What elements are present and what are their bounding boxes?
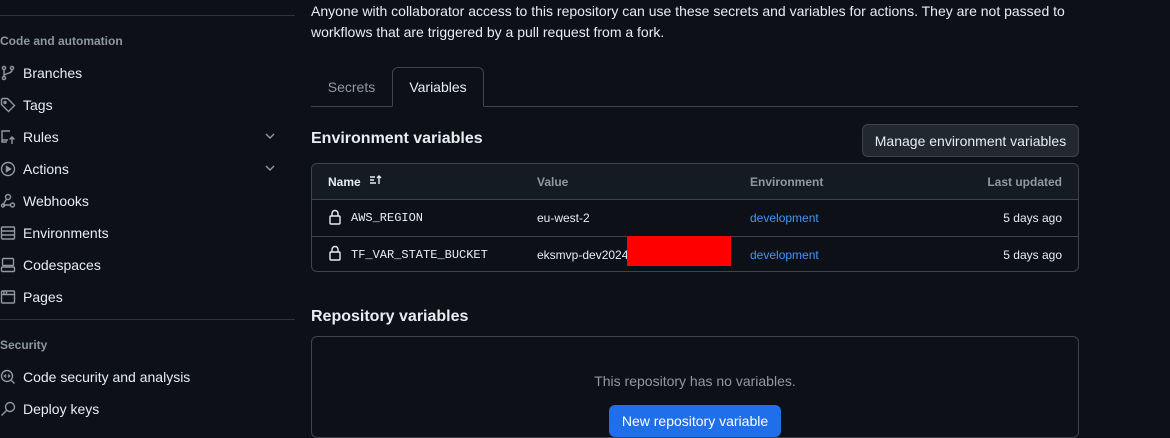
sidebar-item-label: Webhooks xyxy=(23,193,89,209)
git-branch-icon xyxy=(0,65,16,81)
sidebar-item-label: Actions xyxy=(23,161,69,177)
sort-ascending-icon[interactable] xyxy=(369,174,383,189)
server-icon xyxy=(0,225,16,241)
manage-environment-variables-button[interactable]: Manage environment variables xyxy=(862,124,1079,157)
key-icon xyxy=(0,401,16,417)
sidebar-item-label: Codespaces xyxy=(23,257,101,273)
sidebar-item-webhooks[interactable]: Webhooks xyxy=(0,185,295,217)
column-last-updated: Last updated xyxy=(987,174,1062,189)
sidebar-item-environments[interactable]: Environments xyxy=(0,217,295,249)
description: Anyone with collaborator access to this … xyxy=(311,3,1065,40)
chevron-down-icon[interactable] xyxy=(263,161,277,178)
sidebar-item-deploy-keys[interactable]: Deploy keys xyxy=(0,393,295,425)
table-row[interactable]: AWS_REGION eu-west-2 development 5 days … xyxy=(312,200,1078,237)
codespaces-icon xyxy=(0,257,16,273)
sidebar-item-tags[interactable]: Tags xyxy=(0,89,295,121)
sidebar-item-pages[interactable]: Pages xyxy=(0,281,295,313)
empty-state-text: This repository has no variables. xyxy=(594,373,796,389)
column-environment: Environment xyxy=(750,174,824,189)
sidebar-item-label: Pages xyxy=(23,289,63,305)
env-variables-table: Name Value Environment Last updated AWS_… xyxy=(311,163,1079,272)
sidebar-item-label: Branches xyxy=(23,65,83,81)
table-row[interactable]: TF_VAR_STATE_BUCKET eksmvp-dev2024 devel… xyxy=(312,236,1078,271)
sidebar-item-label: Tags xyxy=(23,97,53,113)
sidebar-item-codespaces[interactable]: Codespaces xyxy=(0,249,295,281)
sidebar-item-label: Environments xyxy=(23,225,109,241)
codescan-icon xyxy=(0,369,16,385)
sidebar-item-label: Code security and analysis xyxy=(23,369,191,385)
repository-variables-heading: Repository variables xyxy=(311,308,469,325)
section-heading: Security xyxy=(0,338,48,352)
variable-name[interactable]: TF_VAR_STATE_BUCKET xyxy=(351,248,488,262)
environment-link[interactable]: development xyxy=(750,248,819,262)
environment-link[interactable]: development xyxy=(750,211,819,225)
repository-variables-empty-state: This repository has no variables. New re… xyxy=(311,336,1079,438)
table-header: Name Value Environment Last updated xyxy=(312,164,1078,200)
sidebar-item-branches[interactable]: Branches xyxy=(0,57,295,89)
new-repository-variable-button[interactable]: New repository variable xyxy=(609,405,781,437)
variable-value: eu-west-2 xyxy=(537,211,590,225)
sidebar-item-code-security[interactable]: Code security and analysis xyxy=(0,361,295,393)
sidebar-divider xyxy=(0,15,295,16)
tab-variables[interactable]: Variables xyxy=(392,67,484,107)
sidebar-item-label: Rules xyxy=(23,129,59,145)
section-heading: Code and automation xyxy=(0,34,123,48)
browser-icon xyxy=(0,289,16,305)
column-label: Name xyxy=(328,174,361,189)
redaction-box xyxy=(627,236,731,266)
tab-secrets[interactable]: Secrets xyxy=(311,67,392,106)
webhook-icon xyxy=(0,193,16,209)
lock-icon xyxy=(328,209,342,228)
sidebar-item-actions[interactable]: Actions xyxy=(0,153,295,185)
column-value: Value xyxy=(537,174,569,189)
lock-icon xyxy=(328,245,342,264)
sidebar-divider xyxy=(0,319,295,320)
play-icon xyxy=(0,161,16,177)
env-variables-heading: Environment variables xyxy=(311,130,483,147)
column-name[interactable]: Name xyxy=(328,174,383,189)
repo-push-icon xyxy=(0,129,16,145)
chevron-down-icon[interactable] xyxy=(263,129,277,146)
variable-name[interactable]: AWS_REGION xyxy=(351,211,423,225)
tag-icon xyxy=(0,97,16,113)
sidebar-item-label: Deploy keys xyxy=(23,401,100,417)
last-updated: 5 days ago xyxy=(1003,247,1062,262)
sidebar-item-rules[interactable]: Rules xyxy=(0,121,295,153)
variable-value: eksmvp-dev2024 xyxy=(537,247,629,262)
last-updated: 5 days ago xyxy=(1003,211,1062,225)
